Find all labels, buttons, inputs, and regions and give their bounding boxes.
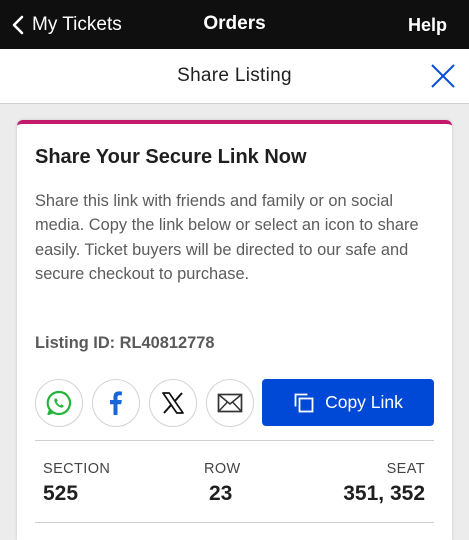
- seat-value: 351, 352: [343, 482, 425, 505]
- facebook-icon: [110, 391, 122, 415]
- whatsapp-icon: [46, 390, 72, 416]
- x-icon: [162, 392, 184, 414]
- share-card: Share Your Secure Link Now Share this li…: [17, 120, 452, 540]
- card-description: Share this link with friends and family …: [35, 192, 419, 283]
- share-facebook-button[interactable]: [92, 379, 140, 427]
- share-email-button[interactable]: [206, 379, 254, 427]
- modal-title: Share Listing: [177, 65, 292, 86]
- copy-link-button[interactable]: Copy Link: [262, 379, 434, 426]
- divider: [35, 522, 434, 523]
- mail-icon: [217, 393, 243, 413]
- modal-header: Share Listing: [0, 49, 469, 104]
- help-link[interactable]: Help: [408, 15, 447, 36]
- share-x-button[interactable]: [149, 379, 197, 427]
- row-label: ROW: [204, 461, 241, 477]
- page-title: Orders: [203, 13, 266, 34]
- section-label: SECTION: [43, 461, 111, 477]
- copy-link-label: Copy Link: [325, 392, 403, 412]
- listing-id: Listing ID: RL40812778: [35, 334, 215, 352]
- share-row: Copy Link: [35, 377, 434, 427]
- section-value: 525: [43, 482, 79, 505]
- row-value: 23: [209, 482, 233, 505]
- close-icon[interactable]: [429, 62, 457, 90]
- card-title: Share Your Secure Link Now: [35, 146, 307, 168]
- copy-icon: [294, 393, 314, 412]
- top-nav-bar: My Tickets Orders Help: [0, 0, 469, 49]
- share-whatsapp-button[interactable]: [35, 379, 83, 427]
- divider: [35, 440, 434, 441]
- seat-label: SEAT: [386, 461, 425, 477]
